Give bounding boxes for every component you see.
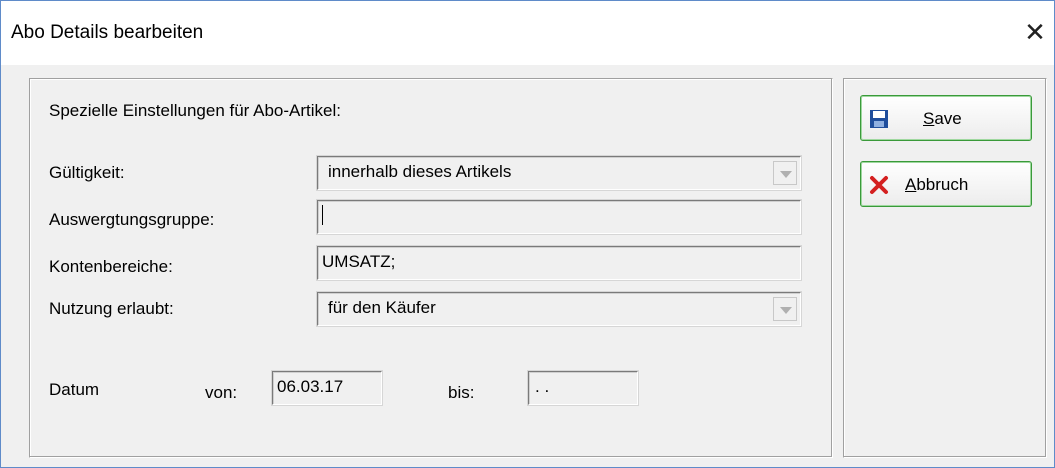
konten-label: Kontenbereiche: <box>49 257 173 276</box>
abbruch-button[interactable]: Abbruch <box>860 161 1032 207</box>
bis-value: . . <box>535 377 550 396</box>
chevron-down-icon <box>780 171 792 178</box>
konten-value: UMSATZ; <box>322 252 396 271</box>
bis-label: bis: <box>448 383 475 402</box>
save-label: Save <box>923 109 962 129</box>
window-title: Abo Details bearbeiten <box>11 22 204 43</box>
red-x-icon <box>870 176 888 194</box>
save-button[interactable]: Save <box>860 95 1032 141</box>
konten-input[interactable]: UMSATZ; <box>317 246 801 280</box>
abbruch-label-rest: bbruch <box>916 175 969 194</box>
chevron-down-icon <box>780 307 792 314</box>
save-mnemonic: S <box>923 109 935 128</box>
nutzung-label: Nutzung erlaubt: <box>49 299 174 318</box>
title-bar: Abo Details bearbeiten ✕ <box>1 1 1054 65</box>
datum-label: Datum <box>49 380 100 399</box>
abbruch-label: Abbruch <box>905 175 968 195</box>
text-caret <box>322 205 323 226</box>
floppy-disk-icon <box>870 110 888 128</box>
dialog-window: Abo Details bearbeiten ✕ Spezielle Einst… <box>0 0 1055 468</box>
nutzung-value: für den Käufer <box>328 298 436 317</box>
bis-date-input[interactable]: . . <box>528 371 638 405</box>
gueltigkeit-label: Gültigkeit: <box>49 163 125 182</box>
nutzung-dropdown-button[interactable] <box>773 297 797 321</box>
abbruch-mnemonic: A <box>905 175 917 194</box>
section-heading: Spezielle Einstellungen für Abo-Artikel: <box>49 101 341 120</box>
close-icon: ✕ <box>1024 17 1046 47</box>
auswertung-label: Auswergtungsgruppe: <box>49 210 215 229</box>
von-value: 06.03.17 <box>277 377 344 396</box>
auswertung-input[interactable] <box>317 200 801 234</box>
gueltigkeit-value: innerhalb dieses Artikels <box>328 162 512 181</box>
von-label: von: <box>205 383 238 402</box>
gueltigkeit-dropdown-button[interactable] <box>773 161 797 185</box>
close-button[interactable]: ✕ <box>1021 17 1049 47</box>
von-date-input[interactable]: 06.03.17 <box>272 371 382 405</box>
save-label-rest: ave <box>934 109 962 128</box>
nutzung-select[interactable]: für den Käufer <box>317 292 801 326</box>
gueltigkeit-select[interactable]: innerhalb dieses Artikels <box>317 156 801 190</box>
